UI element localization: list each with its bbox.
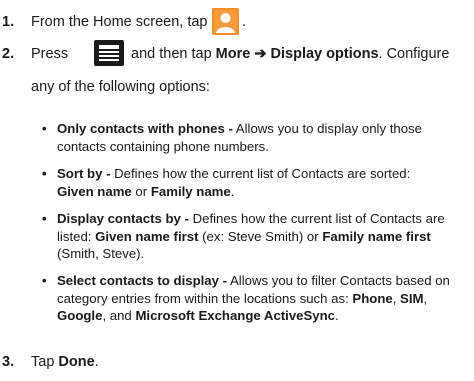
example-text: (ex: Steve Smith) or — [198, 228, 323, 244]
step-2-configure: . Configure — [378, 46, 450, 62]
sort-option-given-name: Given name — [57, 183, 132, 199]
period: . — [94, 354, 99, 370]
display-option-family-name-first: Family name first — [322, 228, 431, 244]
bullet-term: Select contacts to display - — [57, 273, 228, 288]
or-text: or — [131, 183, 151, 199]
period: . — [335, 308, 339, 323]
period: . — [230, 183, 235, 199]
step-number: 2. — [2, 46, 15, 62]
category-text: category entries from within the locatio… — [57, 290, 353, 306]
bullet-dot: • — [42, 211, 47, 226]
and-text: , and — [102, 308, 136, 323]
step-2-display-options: Display options — [270, 46, 379, 62]
location-google: Google — [57, 308, 103, 323]
step-3-done: Done — [58, 354, 95, 370]
bullet-description: Allows you to display only those — [232, 121, 422, 136]
display-option-given-name-first: Given name first — [95, 228, 199, 244]
step-2-more: More — [215, 46, 251, 62]
step-number: 1. — [2, 14, 15, 30]
step-2-and-then-tap: and then tap — [131, 46, 212, 62]
comma: , — [392, 290, 401, 306]
bullet-term: Sort by - — [57, 166, 111, 181]
bullet-term: Display contacts by - — [57, 211, 189, 226]
step-3-tap: Tap — [31, 354, 55, 370]
step-number: 3. — [2, 354, 15, 370]
bullet-description: Defines how the current list of Contacts… — [188, 211, 445, 226]
comma: , — [423, 290, 428, 306]
bullet-dot: • — [42, 273, 47, 288]
sort-option-family-name: Family name — [150, 183, 231, 199]
contacts-app-icon — [212, 8, 239, 35]
step-2-line-2: any of the following options: — [31, 79, 210, 95]
location-sim: SIM — [400, 290, 424, 306]
bullet-description: Allows you to filter Contacts based on — [227, 273, 450, 288]
step-2-press: Press — [31, 46, 69, 62]
bullet-dot: • — [42, 121, 47, 136]
location-microsoft-exchange-activesync: Microsoft Exchange ActiveSync — [135, 308, 336, 323]
bullet-term: Only contacts with phones - — [57, 121, 233, 136]
location-phone: Phone — [352, 290, 393, 306]
step-1-end: . — [242, 14, 247, 30]
bullet-description: Defines how the current list of Contacts… — [110, 166, 411, 181]
menu-key-icon — [94, 40, 124, 66]
arrow-icon: ➔ — [254, 46, 267, 62]
bullet-dot: • — [42, 166, 47, 181]
example-text-2: (Smith, Steve). — [57, 246, 145, 261]
step-1-text: From the Home screen, tap — [31, 14, 208, 30]
bullet-description-line-2: contacts containing phone numbers. — [57, 138, 269, 154]
listed-text: listed: — [57, 228, 96, 244]
